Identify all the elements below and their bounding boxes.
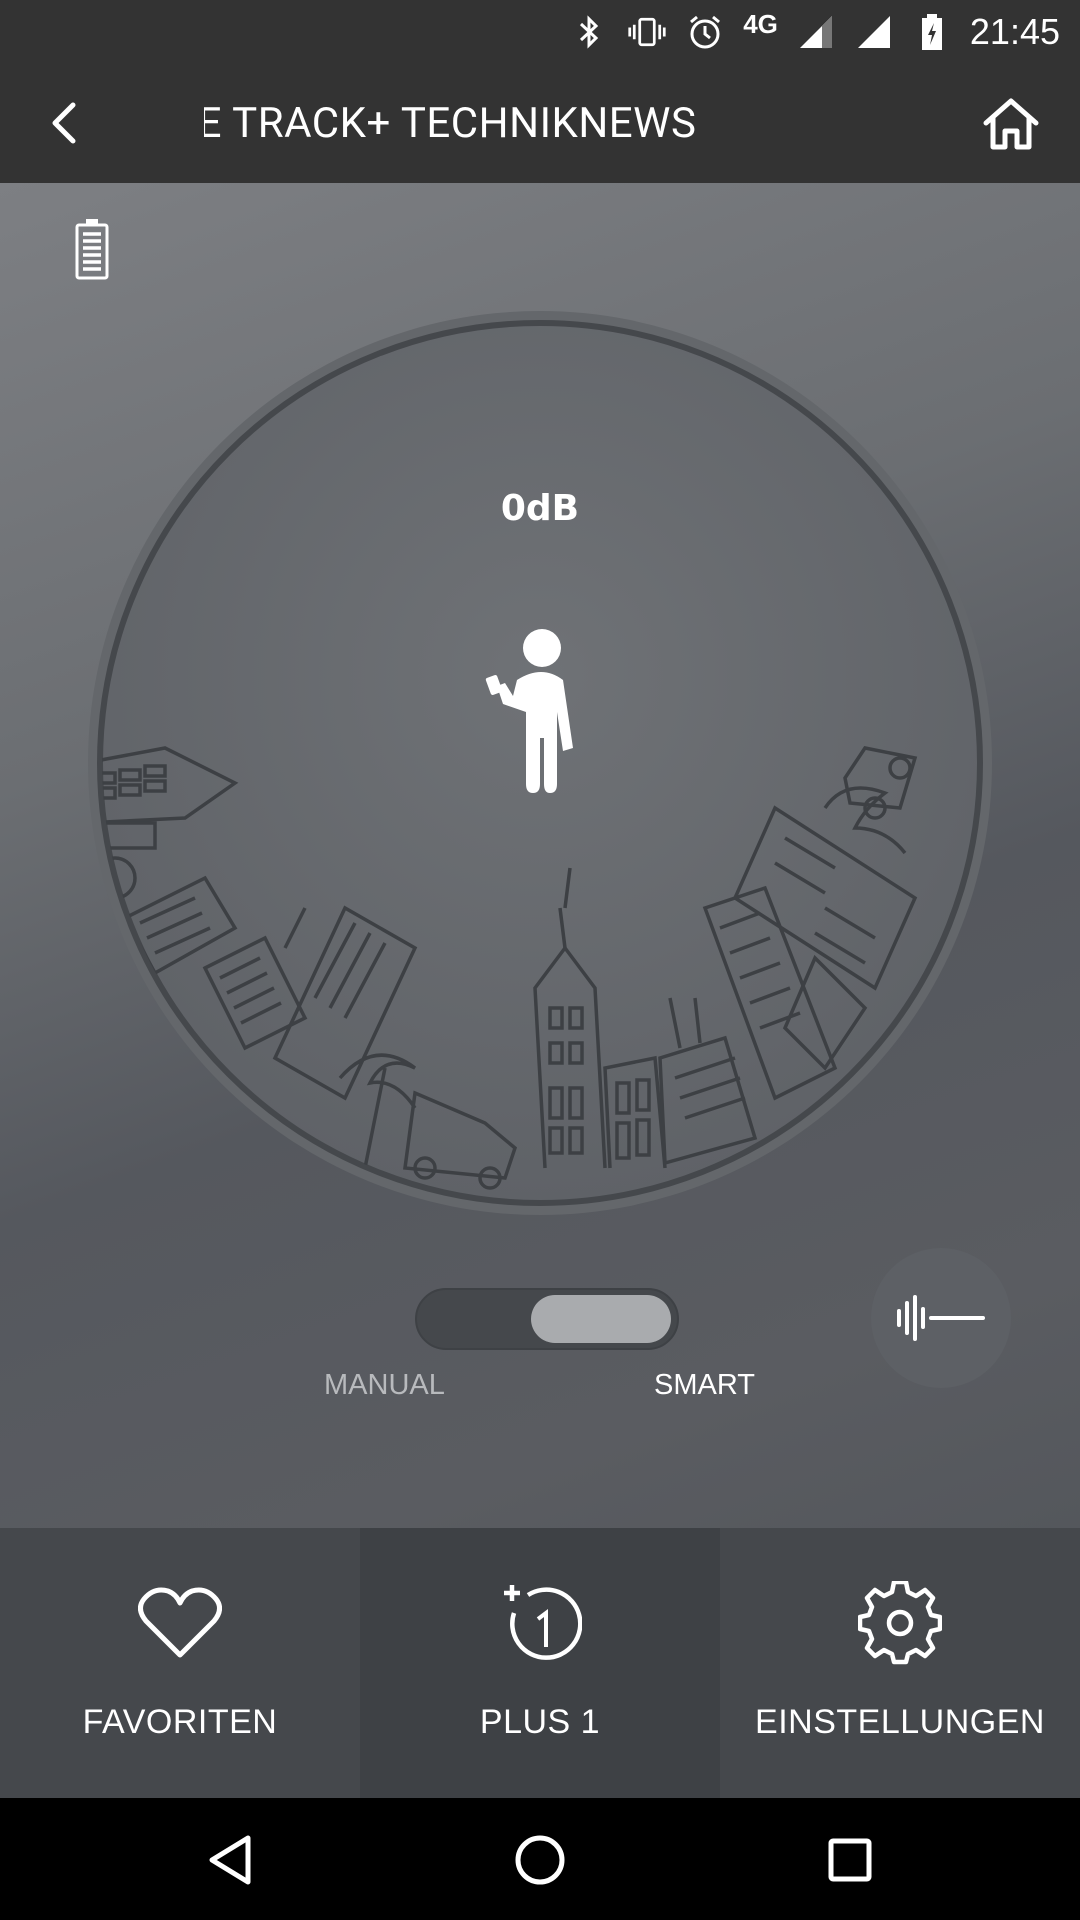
equalizer-button[interactable] [871,1248,1011,1388]
signal-icon [796,12,836,52]
toggle-knob[interactable] [531,1295,671,1343]
vibrate-icon [627,12,667,52]
nav-label: FAVORITEN [82,1703,278,1741]
nav-einstellungen[interactable]: EINSTELLUNGEN [720,1528,1080,1798]
bluetooth-icon [569,12,609,52]
mode-toggle[interactable] [415,1288,679,1350]
signal-icon [854,12,894,52]
home-button[interactable] [980,93,1042,155]
nav-plus-1[interactable]: PLUS 1 [360,1528,720,1798]
app-bar: JE TRACK+ TECHNIKNEWS [0,63,1080,183]
clock: 21:45 [969,10,1060,52]
db-level: 0dB [500,488,580,529]
status-bar: 4G 21:45 [0,0,1080,63]
main-panel: 0dB MANUAL SMART [0,183,1080,1528]
plus-one-icon [360,1578,720,1668]
bottom-navigation: FAVORITEN PLUS 1 EINSTELLUNGEN [0,1528,1080,1798]
gear-icon [720,1578,1080,1668]
system-navigation-bar [0,1798,1080,1920]
nav-label: PLUS 1 [479,1703,601,1741]
sound-dial[interactable] [85,308,995,1218]
network-type: 4G [743,9,778,39]
home-icon [983,98,1039,150]
page-title: JE TRACK+ TECHNIKNEWS [204,98,697,148]
heart-icon [0,1578,360,1668]
title-marquee: JE TRACK+ TECHNIKNEWS [204,63,764,183]
mode-smart-label[interactable]: SMART [654,1369,755,1402]
nav-favoriten[interactable]: FAVORITEN [0,1528,360,1798]
battery-charging-icon [912,12,952,52]
nav-label: EINSTELLUNGEN [755,1703,1045,1741]
sound-wave-icon [897,1295,985,1341]
home-circle-icon[interactable] [508,1828,572,1892]
back-triangle-icon[interactable] [198,1828,262,1892]
recents-square-icon[interactable] [818,1828,882,1892]
mode-manual-label[interactable]: MANUAL [324,1369,445,1402]
chevron-left-icon [52,102,76,144]
battery-icon [74,218,110,280]
alarm-icon [685,12,725,52]
back-button[interactable] [36,95,92,151]
